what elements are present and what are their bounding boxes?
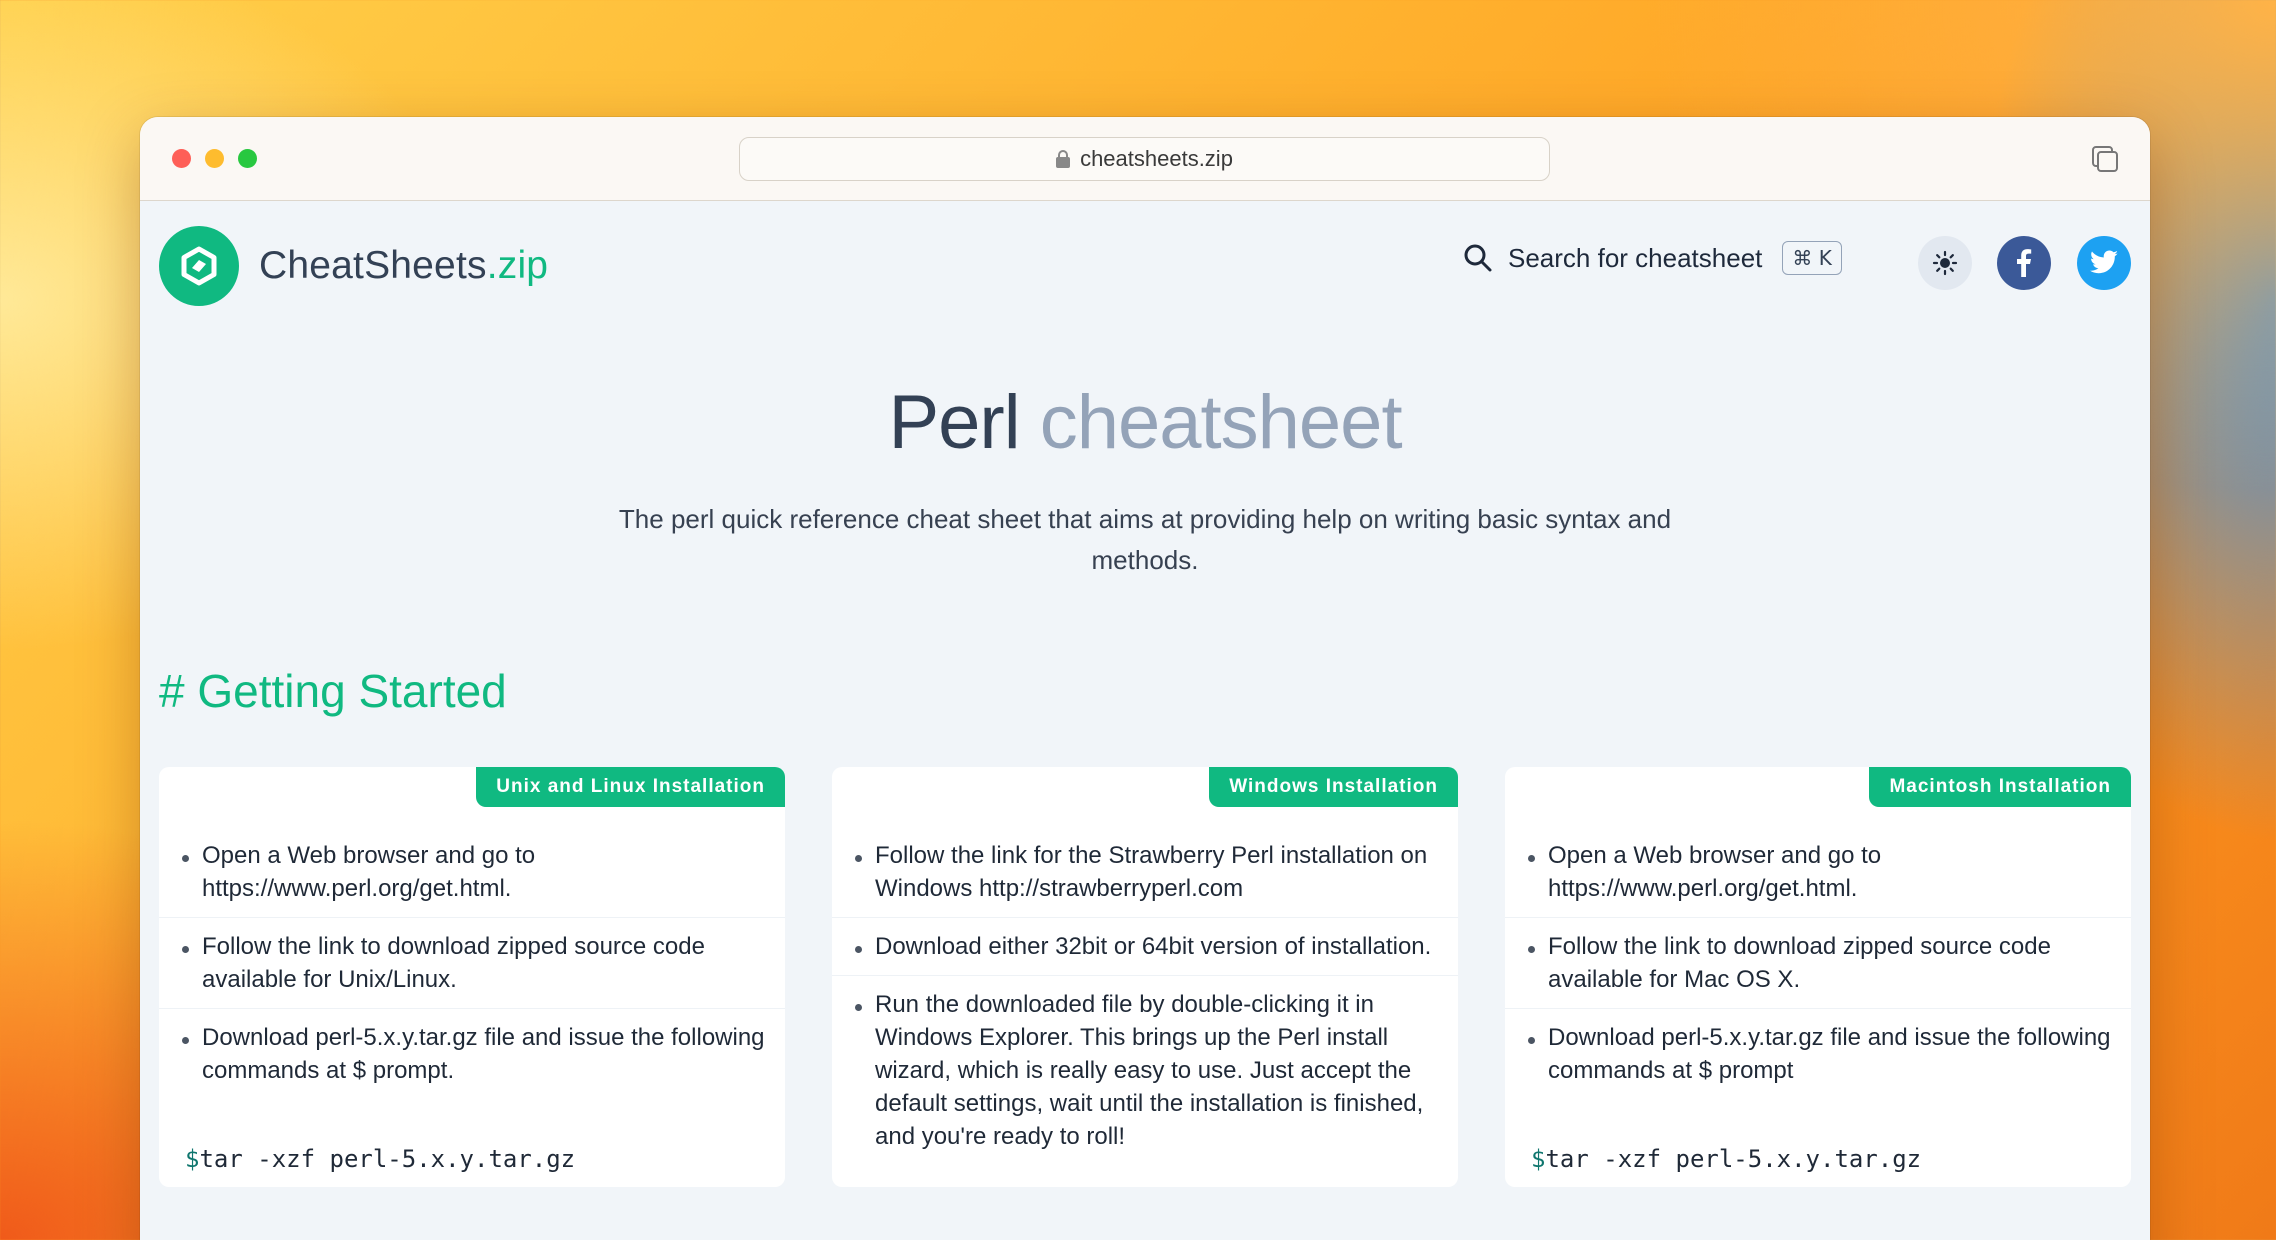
minimize-window-button[interactable] (205, 149, 224, 168)
site-logo[interactable]: CheatSheets.zip (159, 226, 548, 306)
code-text: tar -xzf perl-5.x.y.tar.gz (1545, 1145, 1922, 1173)
list-item: Follow the link to download zipped sourc… (159, 918, 785, 1009)
facebook-share-button[interactable] (1997, 236, 2051, 290)
page-title: Perl cheatsheet (140, 379, 2150, 466)
card-list: Open a Web browser and go to https://www… (1505, 827, 2131, 1099)
list-item: Open a Web browser and go to https://www… (159, 827, 785, 918)
section-heading[interactable]: # Getting Started (159, 664, 507, 718)
card-list: Follow the link for the Strawberry Perl … (832, 827, 1458, 1165)
card-tag: Windows Installation (1209, 767, 1458, 807)
search-shortcut-badge: ⌘ K (1782, 241, 1842, 275)
search-label: Search for cheatsheet (1508, 242, 1763, 273)
list-item: Open a Web browser and go to https://www… (1505, 827, 2131, 918)
tabs-icon[interactable] (2090, 144, 2120, 174)
search-icon (1464, 244, 1492, 272)
list-item: Follow the link for the Strawberry Perl … (832, 827, 1458, 918)
close-window-button[interactable] (172, 149, 191, 168)
browser-titlebar: cheatsheets.zip (140, 117, 2150, 201)
address-bar[interactable]: cheatsheets.zip (739, 137, 1550, 181)
list-item: Download perl-5.x.y.tar.gz file and issu… (159, 1009, 785, 1099)
page-content: CheatSheets.zip Search for cheatsheet ⌘ … (140, 201, 2150, 1240)
card-tag: Unix and Linux Installation (476, 767, 785, 807)
address-text: cheatsheets.zip (1080, 146, 1233, 171)
code-text: tar -xzf perl-5.x.y.tar.gz (199, 1145, 576, 1173)
lock-icon (1056, 150, 1071, 168)
logo-name: CheatSheets (259, 244, 487, 287)
list-item: Download perl-5.x.y.tar.gz file and issu… (1505, 1009, 2131, 1099)
twitter-icon (2089, 250, 2118, 274)
list-item: Follow the link to download zipped sourc… (1505, 918, 2131, 1009)
card-tag: Macintosh Installation (1869, 767, 2131, 807)
logo-suffix: .zip (486, 244, 549, 287)
browser-window: cheatsheets.zip CheatSheets.zip Search f… (140, 117, 2150, 1240)
card-list: Open a Web browser and go to https://www… (159, 827, 785, 1099)
code-block: $tar -xzf perl-5.x.y.tar.gz (1531, 1145, 1921, 1173)
code-prompt: $ (185, 1145, 200, 1173)
window-controls (172, 149, 257, 168)
sun-icon (1932, 250, 1958, 276)
theme-toggle-button[interactable] (1918, 236, 1972, 290)
card-windows-install: Windows Installation Follow the link for… (832, 767, 1458, 1187)
facebook-icon (2017, 249, 2032, 277)
logo-text: CheatSheets.zip (259, 244, 548, 288)
card-mac-install: Macintosh Installation Open a Web browse… (1505, 767, 2131, 1187)
title-main: Perl (888, 380, 1020, 465)
list-item: Download either 32bit or 64bit version o… (832, 918, 1458, 976)
logo-icon (159, 226, 239, 306)
twitter-share-button[interactable] (2077, 236, 2131, 290)
page-description: The perl quick reference cheat sheet tha… (618, 504, 1672, 575)
code-block: $tar -xzf perl-5.x.y.tar.gz (185, 1145, 575, 1173)
search-button[interactable]: Search for cheatsheet ⌘ K (1462, 241, 1842, 275)
zoom-window-button[interactable] (238, 149, 257, 168)
list-item: Run the downloaded file by double-clicki… (832, 976, 1458, 1165)
title-light: cheatsheet (1039, 380, 1403, 465)
card-unix-install: Unix and Linux Installation Open a Web b… (159, 767, 785, 1187)
code-prompt: $ (1531, 1145, 1546, 1173)
